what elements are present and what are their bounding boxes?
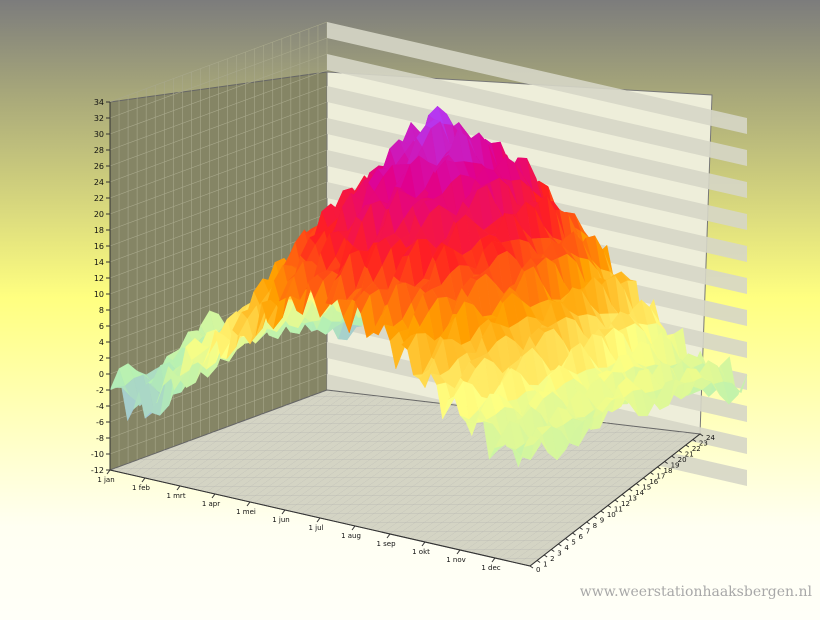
z-tick-label: 7 xyxy=(586,528,590,536)
x-tick-label: 1 jan xyxy=(97,476,114,484)
y-tick-label: 28 xyxy=(94,146,104,155)
y-tick-label: 24 xyxy=(94,178,104,187)
z-tick-label: 2 xyxy=(550,555,554,563)
x-tick-label: 1 dec xyxy=(481,564,500,572)
x-tick-label: 1 sep xyxy=(376,540,396,548)
y-tick-label: 2 xyxy=(99,354,104,363)
y-tick-label: -10 xyxy=(91,450,104,459)
y-tick-label: 34 xyxy=(94,98,104,107)
watermark: www.weerstationhaaksbergen.nl xyxy=(580,584,813,600)
y-tick-label: 20 xyxy=(94,210,104,219)
z-tick-label: 8 xyxy=(593,522,597,530)
z-tick-label: 1 xyxy=(543,561,547,569)
z-tick-label: 0 xyxy=(536,566,540,574)
y-tick-label: -6 xyxy=(96,418,104,427)
z-tick-label: 24 xyxy=(706,434,715,442)
y-tick-label: 8 xyxy=(99,306,104,315)
z-tick-label: 6 xyxy=(579,533,584,541)
z-tick-label: 5 xyxy=(571,539,575,547)
y-tick-label: -4 xyxy=(96,402,104,411)
x-tick-label: 1 aug xyxy=(341,532,361,540)
y-tick-label: 12 xyxy=(94,274,104,283)
x-tick-label: 1 mei xyxy=(236,508,256,516)
y-tick-label: 30 xyxy=(94,130,104,139)
y-tick-label: 6 xyxy=(99,322,104,331)
y-tick-label: 10 xyxy=(94,290,104,299)
y-tick-label: -12 xyxy=(91,466,104,475)
y-tick-label: 32 xyxy=(94,114,104,123)
y-tick-label: 0 xyxy=(99,370,104,379)
x-tick-label: 1 nov xyxy=(446,556,466,564)
z-tick-label: 3 xyxy=(557,550,561,558)
y-tick-label: -2 xyxy=(96,386,104,395)
x-tick-label: 1 jun xyxy=(272,516,290,524)
y-tick-label: 14 xyxy=(94,258,104,267)
x-tick-label: 1 mrt xyxy=(166,492,185,500)
y-tick-label: 22 xyxy=(94,194,104,203)
y-tick-label: 16 xyxy=(94,242,104,251)
x-tick-label: 1 okt xyxy=(412,548,430,556)
y-tick-label: -8 xyxy=(96,434,104,443)
x-tick-label: 1 feb xyxy=(132,484,150,492)
z-tick-label: 4 xyxy=(564,544,569,552)
z-tick-label: 9 xyxy=(600,517,604,525)
x-tick-label: 1 apr xyxy=(202,500,220,508)
surface-chart: -12-10-8-6-4-202468101214161820222426283… xyxy=(0,0,820,620)
y-tick-label: 18 xyxy=(94,226,104,235)
x-tick-label: 1 jul xyxy=(308,524,323,532)
y-tick-label: 4 xyxy=(99,338,104,347)
y-tick-label: 26 xyxy=(94,162,104,171)
